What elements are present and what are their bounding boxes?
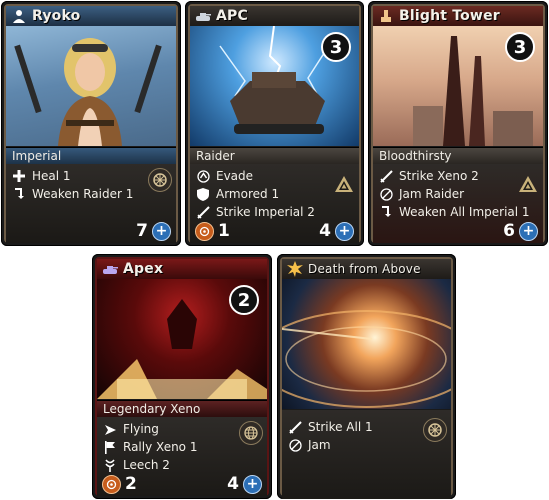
skill-row: Leech 2 — [97, 456, 267, 474]
card-death-from-above[interactable]: Death from Above Strike All 1 Jam — [277, 254, 456, 499]
skill-label: Heal 1 — [32, 169, 71, 183]
health-value: 4 — [227, 474, 239, 494]
health-plus-icon: + — [152, 221, 171, 241]
jam-icon — [288, 438, 302, 452]
health-plus-icon: + — [335, 221, 354, 241]
card-health: 4 + — [227, 474, 262, 494]
skill-label: Strike Xeno 2 — [399, 169, 479, 183]
leech-icon — [103, 458, 117, 472]
evade-icon — [196, 169, 210, 183]
card-art-ryoko — [6, 26, 176, 146]
card-health: 6 + — [503, 221, 538, 241]
card-name: Death from Above — [308, 262, 421, 276]
card-apex[interactable]: Apex 2 Legendary Xeno Flying Rally Xeno … — [92, 254, 272, 499]
strike-icon — [196, 205, 210, 219]
card-title-bar: Blight Tower — [373, 6, 543, 27]
cost-badge: 2 — [229, 285, 259, 315]
jam-icon — [379, 187, 393, 201]
attack-value: 1 — [218, 221, 230, 241]
card-attack: 2 — [102, 474, 137, 494]
weaken-icon — [379, 205, 393, 219]
battle-icon — [148, 168, 172, 192]
skill-label: Jam Raider — [399, 187, 465, 201]
flying-icon — [103, 422, 117, 436]
health-value: 7 — [136, 221, 148, 241]
card-faction: Imperial — [6, 147, 176, 165]
skill-label: Strike All 1 — [308, 420, 373, 434]
strike-icon — [379, 169, 393, 183]
card-title-bar: Death from Above — [282, 259, 451, 280]
card-attack: 1 — [195, 221, 230, 241]
card-name: Apex — [123, 261, 164, 277]
card-art-death-from-above — [282, 279, 451, 409]
attack-target-icon — [195, 221, 214, 241]
triangle-icon — [517, 173, 539, 195]
card-title-bar: Ryoko — [6, 6, 176, 27]
skill-row: Weaken All Imperial 1 — [373, 203, 543, 221]
tank-icon — [101, 261, 119, 277]
card-faction: Legendary Xeno — [97, 400, 267, 418]
health-plus-icon: + — [519, 221, 538, 241]
cost-badge: 3 — [321, 32, 351, 62]
card-faction: Bloodthirsty — [373, 147, 543, 165]
strike-icon — [288, 420, 302, 434]
card-title-bar: Apex — [97, 259, 267, 280]
card-art-apex: 2 — [97, 279, 267, 399]
card-name: Blight Tower — [399, 8, 500, 24]
cost-badge: 3 — [505, 32, 535, 62]
skill-label: Armored 1 — [216, 187, 280, 201]
structure-icon — [377, 8, 395, 24]
skill-label: Rally Xeno 1 — [123, 440, 198, 454]
skill-label: Weaken All Imperial 1 — [399, 205, 530, 219]
health-plus-icon: + — [243, 474, 262, 494]
attack-value: 2 — [125, 474, 137, 494]
card-health: 7 + — [136, 221, 171, 241]
health-value: 4 — [319, 221, 331, 241]
card-blight-tower[interactable]: Blight Tower 3 Bloodthirsty Strike Xeno … — [368, 1, 548, 246]
tank-icon — [194, 8, 212, 24]
card-health: 4 + — [319, 221, 354, 241]
card-ryoko[interactable]: Ryoko Imperial Heal 1 Weaken Raider 1 7 … — [1, 1, 181, 246]
skill-row: Strike Imperial 2 — [190, 203, 359, 221]
card-art-blight-tower: 3 — [373, 26, 543, 146]
card-name: APC — [216, 8, 248, 24]
skill-label: Leech 2 — [123, 458, 170, 472]
commander-icon — [10, 8, 28, 24]
card-title-bar: APC — [190, 6, 359, 27]
card-art-apc: 3 — [190, 26, 359, 146]
skill-label: Weaken Raider 1 — [32, 187, 134, 201]
health-value: 6 — [503, 221, 515, 241]
globe-icon — [239, 421, 263, 445]
skill-row: Jam — [282, 436, 451, 454]
armored-icon — [196, 187, 210, 201]
card-name: Ryoko — [32, 8, 81, 24]
explosion-icon — [286, 261, 304, 277]
skill-label: Evade — [216, 169, 254, 183]
attack-target-icon — [102, 474, 121, 494]
skill-label: Jam — [308, 438, 331, 452]
skill-label: Strike Imperial 2 — [216, 205, 315, 219]
card-faction: Raider — [190, 147, 359, 165]
triangle-icon — [333, 173, 355, 195]
weaken-icon — [12, 187, 26, 201]
skill-label: Flying — [123, 422, 159, 436]
battle-icon — [423, 418, 447, 442]
heal-icon — [12, 169, 26, 183]
rally-icon — [103, 440, 117, 454]
card-apc[interactable]: APC 3 Raider Evade Armored 1 Strike Impe… — [185, 1, 364, 246]
